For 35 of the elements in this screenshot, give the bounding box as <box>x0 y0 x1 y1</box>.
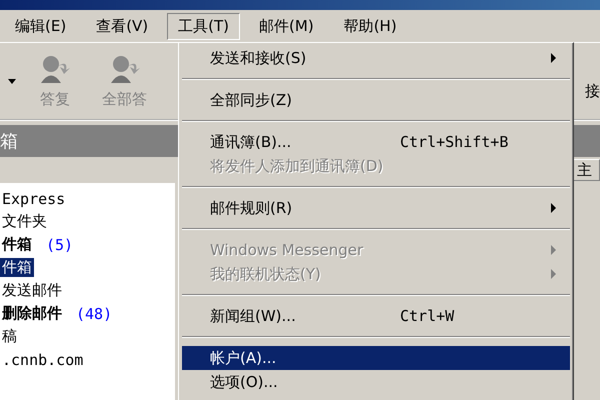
folder-item[interactable]: 删除邮件 <box>0 304 64 323</box>
folder-item[interactable]: 稿 <box>0 327 19 346</box>
button-label: 答复 <box>40 90 70 108</box>
folder-item[interactable]: .cnnb.com <box>0 350 86 368</box>
dropdown-arrow-icon[interactable] <box>8 78 16 84</box>
folder-item[interactable]: Express <box>0 190 68 208</box>
menu-item[interactable]: 编辑(E) <box>4 12 78 40</box>
submenu-arrow-icon <box>551 245 556 255</box>
menu-item[interactable]: 帮助(H) <box>332 12 408 40</box>
folder-item[interactable]: 件箱 <box>0 258 34 277</box>
pane-title: 箱 <box>0 130 18 153</box>
button-label: 全部答 <box>102 90 147 108</box>
submenu-arrow-icon <box>551 203 556 213</box>
unread-count: (48) <box>76 304 112 322</box>
menu-item[interactable]: 通讯簿(B)... Ctrl+Shift+B <box>182 130 570 154</box>
submenu-arrow-icon <box>551 269 556 279</box>
folder-item[interactable]: 发送邮件 <box>0 281 64 300</box>
shortcut-text: Ctrl+W <box>400 307 456 325</box>
toolbar-label[interactable]: 接 <box>585 82 600 100</box>
unread-count: (5) <box>46 236 74 254</box>
menu-item[interactable]: 发送和接收(S) <box>182 46 570 70</box>
column-header[interactable]: 主 <box>572 159 600 181</box>
folder-item[interactable]: 文件夹 <box>0 212 49 231</box>
menu-item[interactable]: 全部同步(Z) <box>182 88 570 112</box>
menu-item[interactable]: 选项(O)... <box>182 370 570 394</box>
menu-item[interactable]: 邮件规则(R) <box>182 196 570 220</box>
menu-item[interactable]: 邮件(M) <box>248 12 325 40</box>
person-icon <box>38 54 72 84</box>
folder-item[interactable]: 件箱 <box>0 235 34 254</box>
shortcut-text: Ctrl+Shift+B <box>400 133 510 151</box>
menu-item[interactable]: 查看(V) <box>85 12 160 40</box>
menu-item[interactable]: 新闻组(W)... Ctrl+W <box>182 304 570 328</box>
submenu-arrow-icon <box>551 53 556 63</box>
menu-item[interactable]: 帐户(A)... <box>182 346 570 370</box>
menu-item[interactable]: 工具(T) <box>167 12 240 40</box>
